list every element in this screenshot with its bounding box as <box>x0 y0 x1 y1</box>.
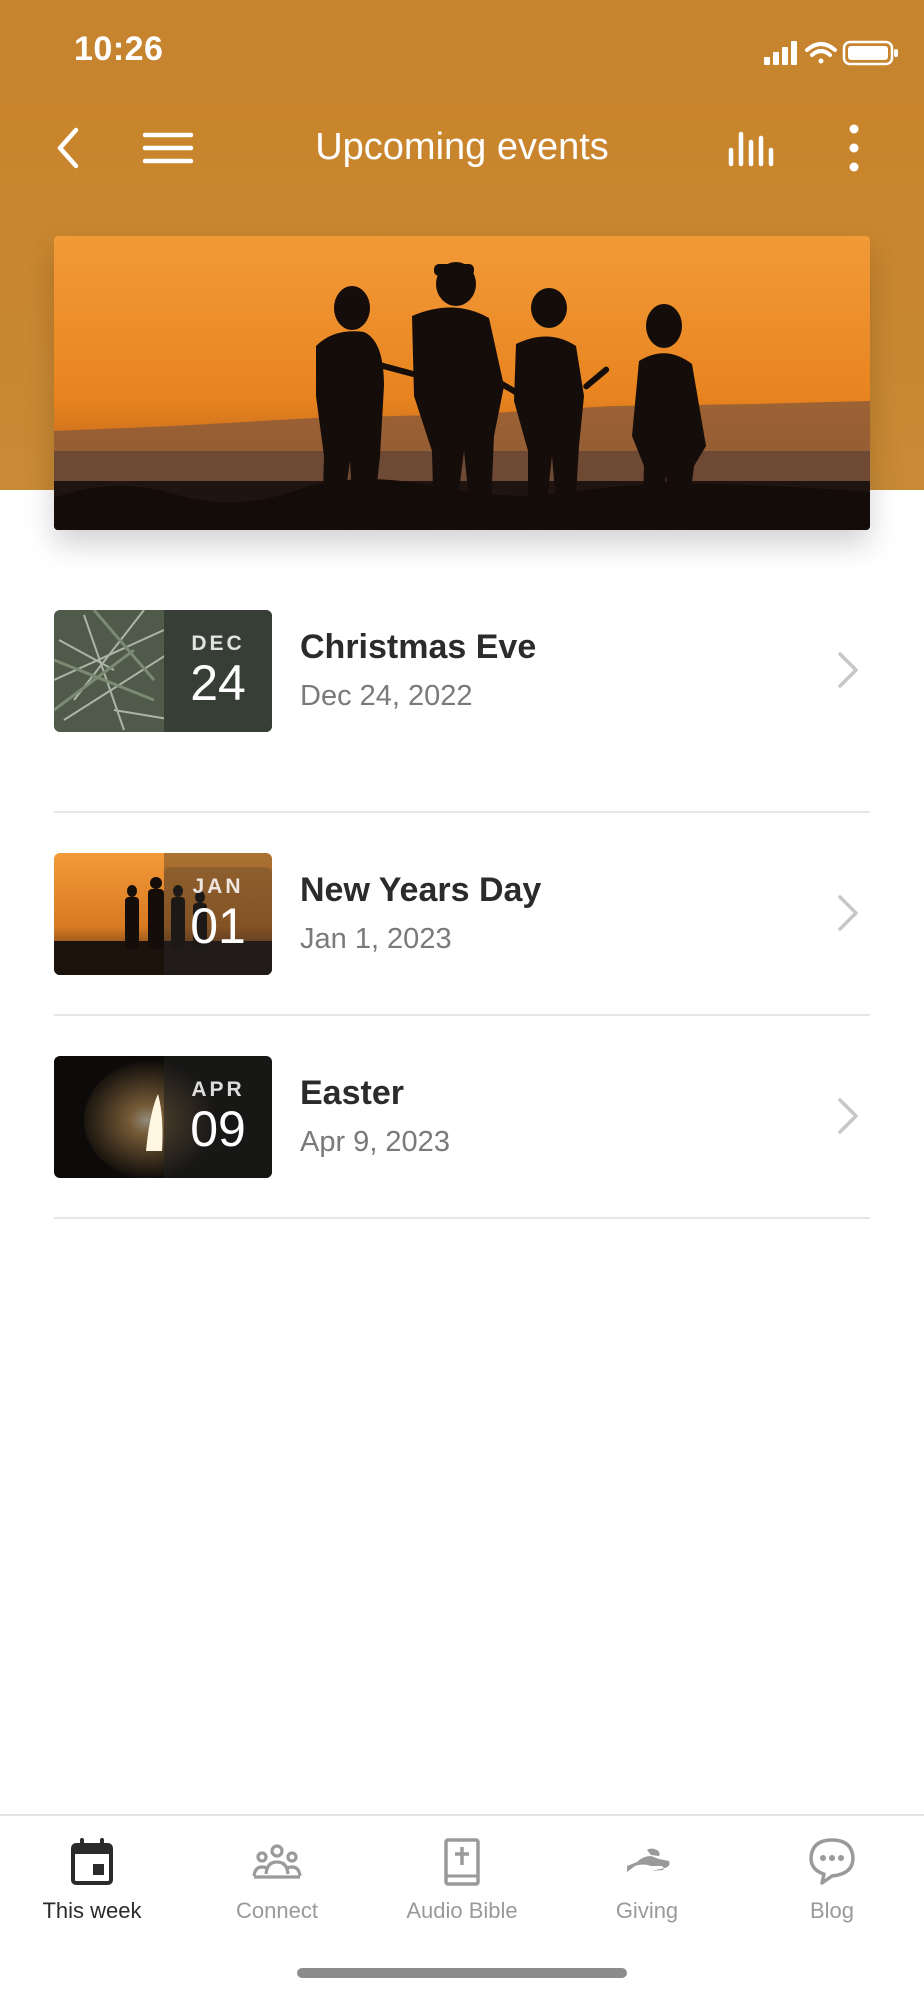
tab-this-week[interactable]: This week <box>0 1816 184 1956</box>
status-time: 10:26 <box>74 30 164 68</box>
event-thumbnail: APR 09 <box>54 1056 272 1178</box>
event-thumbnail: JAN 01 <box>54 853 272 975</box>
signal-icon <box>764 41 797 65</box>
event-day: 24 <box>190 655 246 711</box>
nav-bar: Upcoming events <box>0 100 924 196</box>
wifi-icon <box>805 42 837 64</box>
chevron-right-icon <box>838 1098 858 1134</box>
chevron-right-icon <box>838 652 858 688</box>
chevron-right-icon <box>838 895 858 931</box>
event-month: JAN <box>192 875 244 898</box>
status-bar: 10:26 <box>0 0 924 100</box>
hero-image <box>54 236 870 530</box>
more-button[interactable] <box>824 118 884 178</box>
tab-blog[interactable]: Blog <box>740 1816 924 1956</box>
event-thumbnail: DEC 24 <box>54 610 272 732</box>
giving-hand-icon <box>627 1848 670 1872</box>
event-date-badge: DEC 24 <box>164 610 272 732</box>
tab-label: Connect <box>236 1898 318 1923</box>
vertical-dots-icon <box>849 124 859 172</box>
event-date-badge: JAN 01 <box>164 853 272 975</box>
event-date: Dec 24, 2022 <box>300 680 473 712</box>
page-title: Upcoming events <box>315 126 609 168</box>
event-row-new-years-day[interactable]: JAN 01 New Years Day Jan 1, 2023 <box>54 813 870 1016</box>
tab-label: Audio Bible <box>406 1898 518 1923</box>
event-title: Easter <box>300 1074 404 1112</box>
event-list: DEC 24 Christmas Eve Dec 24, 2022 JAN 01… <box>54 610 870 1219</box>
event-date: Jan 1, 2023 <box>300 923 452 955</box>
tab-label: Blog <box>809 1898 855 1923</box>
calendar-icon <box>71 1838 113 1885</box>
event-title: Christmas Eve <box>300 628 537 666</box>
event-month: APR <box>191 1078 245 1101</box>
audio-levels-icon <box>728 131 774 167</box>
people-icon <box>252 1844 302 1879</box>
battery-icon <box>842 40 898 66</box>
event-date-badge: APR 09 <box>164 1056 272 1178</box>
event-title: New Years Day <box>300 871 542 909</box>
family-sunset-silhouette-image <box>54 236 870 530</box>
tab-giving[interactable]: Giving <box>555 1816 739 1956</box>
audio-button[interactable] <box>724 118 784 178</box>
bible-icon <box>444 1838 480 1886</box>
event-row-easter[interactable]: APR 09 Easter Apr 9, 2023 <box>54 1016 870 1219</box>
tab-connect[interactable]: Connect <box>185 1816 369 1956</box>
event-date: Apr 9, 2023 <box>300 1126 450 1158</box>
event-month: DEC <box>191 632 245 655</box>
home-indicator <box>297 1968 627 1978</box>
chat-bubble-icon <box>809 1838 855 1885</box>
event-day: 09 <box>190 1101 246 1157</box>
status-icons <box>764 40 898 66</box>
tab-audio-bible[interactable]: Audio Bible <box>370 1816 554 1956</box>
tab-label: Giving <box>615 1898 679 1923</box>
tab-label: This week <box>42 1898 142 1923</box>
event-day: 01 <box>190 898 246 954</box>
event-row-christmas-eve[interactable]: DEC 24 Christmas Eve Dec 24, 2022 <box>54 610 870 813</box>
